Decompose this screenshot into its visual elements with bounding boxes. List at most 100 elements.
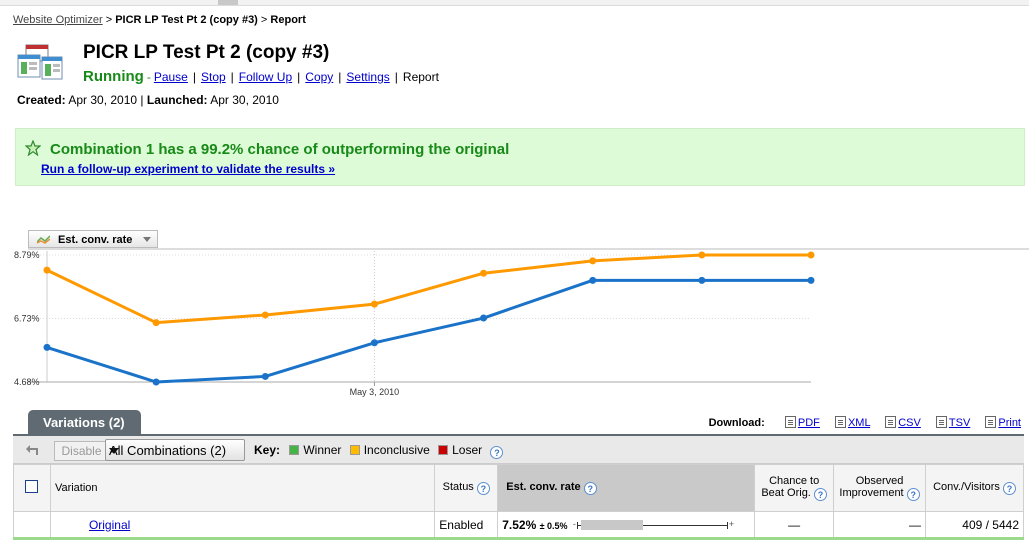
key-label: Key: <box>254 443 281 457</box>
download-csv[interactable]: CSV <box>885 416 921 429</box>
table-header-row: Variation Status ? Est. conv. rate ? Cha… <box>13 464 1024 512</box>
xml-icon <box>834 416 846 428</box>
rate-range: ± 0.5% <box>539 520 568 531</box>
data-point[interactable] <box>43 343 51 351</box>
col-chance-to-beat[interactable]: Chance to Beat Orig. ? <box>754 464 835 512</box>
status-running: Running <box>83 68 144 85</box>
data-point[interactable] <box>698 276 706 284</box>
follow-up-link[interactable]: Follow Up <box>239 70 292 84</box>
star-icon <box>25 140 41 156</box>
action-separator: | <box>338 70 342 84</box>
key-inconclusive-label: Inconclusive <box>363 443 430 457</box>
pause-link[interactable]: Pause <box>154 70 188 84</box>
settings-link[interactable]: Settings <box>346 70 389 84</box>
series-line-2 <box>46 278 811 384</box>
data-point[interactable] <box>152 378 160 386</box>
action-separator: | <box>230 70 234 84</box>
variation-original-link[interactable]: Original <box>89 518 130 532</box>
data-point[interactable] <box>589 257 597 265</box>
data-point[interactable] <box>261 311 269 319</box>
experiment-status-line: Running - Pause | Stop | Follow Up | Copy | Settin… <box>83 68 439 85</box>
chart-axis-labels: 8.79% 6.73% 4.68% May 3, 2010 <box>14 250 399 397</box>
experiment-icon <box>17 44 63 80</box>
col-observed-label-1: Observed <box>855 475 904 487</box>
stop-link[interactable]: Stop <box>201 70 226 84</box>
winner-swatch <box>289 445 300 455</box>
top-strip <box>0 0 1029 6</box>
breadcrumb-website-optimizer[interactable]: Website Optimizer <box>13 14 103 26</box>
col-conv-visitors[interactable]: Conv./Visitors ? <box>925 464 1024 512</box>
print-label[interactable]: Print <box>998 417 1021 429</box>
col-status[interactable]: Status ? <box>434 464 499 512</box>
col-variation-label: Variation <box>54 482 98 494</box>
conversion-rate-chart: 8.79% 6.73% 4.68% May 3, 2010 <box>14 248 1029 397</box>
data-point[interactable] <box>480 269 488 277</box>
follow-up-experiment-link[interactable]: Run a follow-up experiment to validate t… <box>41 162 335 176</box>
download-xml[interactable]: XML <box>834 416 870 429</box>
series-line-1 <box>46 253 811 325</box>
printer-icon <box>985 416 997 428</box>
disable-button[interactable]: Disable <box>54 441 109 461</box>
key-inconclusive: Inconclusive <box>349 443 430 457</box>
key-winner-label: Winner <box>303 443 342 457</box>
download-pdf-label[interactable]: PDF <box>798 417 820 429</box>
download-label: Download: <box>708 417 765 429</box>
key-loser: Loser <box>438 443 482 457</box>
undo-icon[interactable] <box>25 444 39 456</box>
ci-tick-left <box>576 521 578 529</box>
print-link[interactable]: Print <box>985 416 1021 429</box>
tab-handle[interactable] <box>218 0 238 5</box>
data-point[interactable] <box>152 319 160 327</box>
col-observed-label-2: Improvement <box>839 487 904 499</box>
y-tick-label: 8.79% <box>14 250 40 260</box>
download-bar: Download: PDF XML CSV TSV Print <box>709 416 1021 429</box>
help-icon[interactable]: ? <box>906 488 920 501</box>
metric-selector[interactable]: Est. conv. rate <box>28 230 158 248</box>
select-all-checkbox[interactable] <box>25 480 39 493</box>
data-point[interactable] <box>589 276 597 284</box>
data-point[interactable] <box>370 339 378 347</box>
combinations-select[interactable]: All Combinations (2) <box>105 439 245 461</box>
col-chance-label-2: Beat Orig. <box>761 487 811 499</box>
col-observed-improvement[interactable]: Observed Improvement ? <box>833 464 927 512</box>
pdf-icon <box>784 416 796 428</box>
y-tick-label: 4.68% <box>14 377 40 387</box>
confidence-interval-bar: - + <box>573 519 735 531</box>
created-date: Apr 30, 2010 <box>68 93 138 107</box>
data-point[interactable] <box>43 266 51 274</box>
data-point[interactable] <box>807 251 815 259</box>
col-est-conv-rate-label: Est. conv. rate <box>506 481 581 493</box>
tab-variations[interactable]: Variations (2) <box>28 410 141 434</box>
help-icon[interactable]: ? <box>1002 482 1016 495</box>
data-point[interactable] <box>807 276 815 284</box>
metric-selector-label: Est. conv. rate <box>58 234 133 246</box>
experiment-title: PICR LP Test Pt 2 (copy #3) <box>83 42 330 63</box>
y-tick-label: 6.73% <box>14 314 40 324</box>
col-variation[interactable]: Variation <box>49 464 436 512</box>
est-conv-rate-cell: 7.52% ± 0.5% - + <box>497 511 756 538</box>
download-tsv-label[interactable]: TSV <box>949 417 970 429</box>
chevron-down-icon <box>109 448 119 454</box>
download-pdf[interactable]: PDF <box>784 416 820 429</box>
col-conv-visitors-label: Conv./Visitors <box>933 481 1000 493</box>
download-tsv[interactable]: TSV <box>935 416 970 429</box>
breadcrumb: Website Optimizer > PICR LP Test Pt 2 (c… <box>13 14 306 26</box>
download-xml-label[interactable]: XML <box>848 417 870 429</box>
copy-link[interactable]: Copy <box>305 70 333 84</box>
breadcrumb-separator: > <box>260 14 268 26</box>
data-point[interactable] <box>480 314 488 322</box>
col-est-conv-rate[interactable]: Est. conv. rate ? <box>497 464 756 512</box>
table-row: Original Enabled 7.52% ± 0.5% - + — — 40… <box>13 511 1024 538</box>
winner-row-highlight <box>13 537 1024 540</box>
data-point[interactable] <box>370 300 378 308</box>
key-loser-label: Loser <box>452 443 483 457</box>
help-icon[interactable]: ? <box>583 482 597 495</box>
data-point[interactable] <box>698 251 706 259</box>
help-icon[interactable]: ? <box>813 488 827 501</box>
download-csv-label[interactable]: CSV <box>898 417 921 429</box>
help-icon[interactable]: ? <box>476 482 490 495</box>
help-icon[interactable]: ? <box>490 446 504 459</box>
data-point[interactable] <box>261 372 269 380</box>
status-cell: Enabled <box>434 511 499 538</box>
breadcrumb-current: PICR LP Test Pt 2 (copy #3) <box>115 14 258 26</box>
